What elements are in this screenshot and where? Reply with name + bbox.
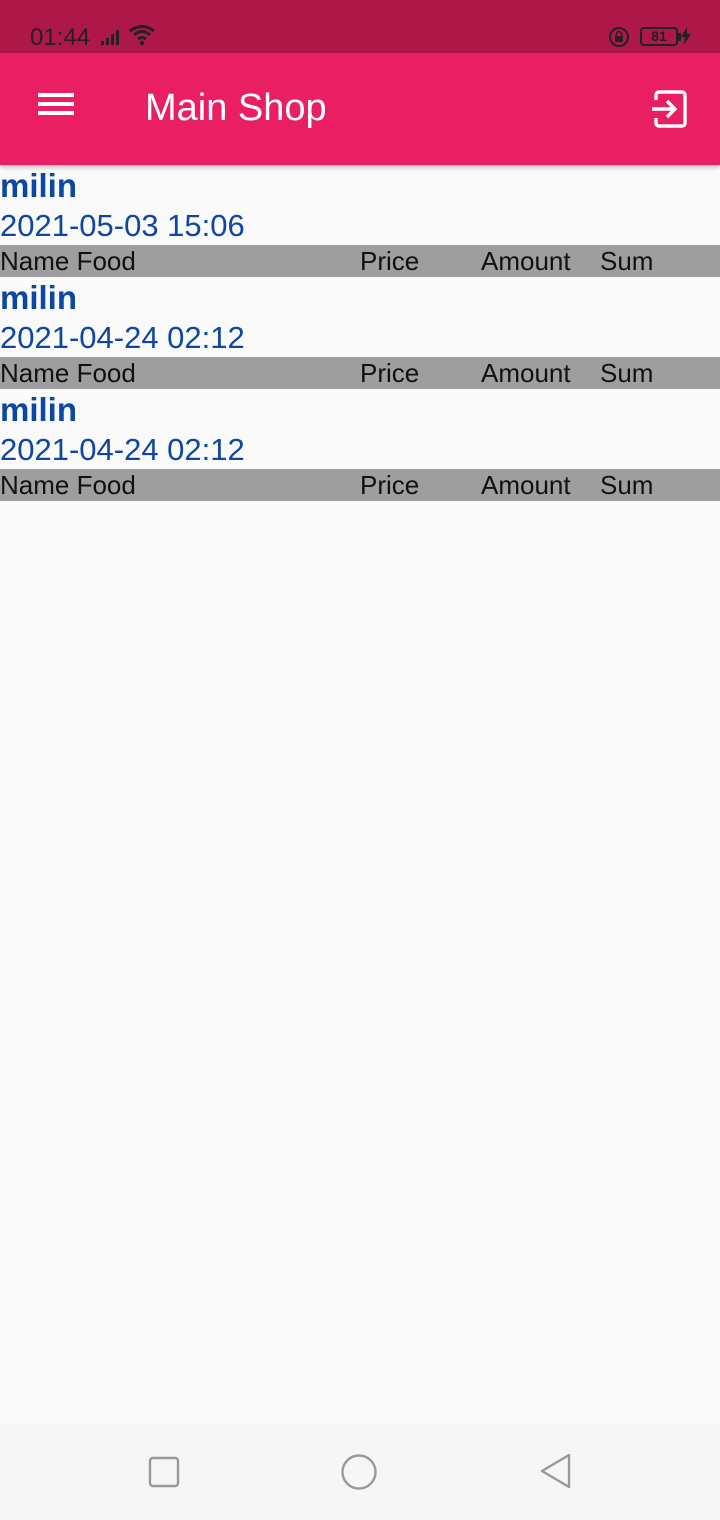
column-price: Price [360,246,420,276]
rotation-lock-icon [609,27,629,47]
order-date: 2021-04-24 02:12 [0,320,245,355]
order-date: 2021-05-03 15:06 [0,208,245,243]
home-button[interactable] [340,1453,378,1491]
battery-icon: 81 [640,27,681,46]
order-customer-name: milin [0,279,78,316]
orders-list: milin 2021-05-03 15:06 Name Food Price A… [0,165,720,501]
column-price: Price [360,358,420,388]
charging-icon [681,27,691,45]
column-amount: Amount [481,470,571,500]
recents-button[interactable] [148,1456,180,1488]
exit-icon [652,90,687,128]
menu-icon [38,93,74,97]
circle-icon [341,1454,377,1490]
order-card[interactable]: milin 2021-04-24 02:12 Name Food Price A… [0,389,720,501]
column-price: Price [360,470,420,500]
column-name-food: Name Food [0,246,136,276]
wifi-icon [129,25,155,46]
column-sum: Sum [600,358,654,388]
triangle-back-icon [540,1453,571,1489]
menu-button[interactable] [30,89,82,129]
square-icon [148,1456,180,1488]
signal-icon [101,30,119,45]
column-name-food: Name Food [0,470,136,500]
system-nav-bar [0,1424,720,1520]
app-bar: Main Shop [0,53,720,165]
status-bar: 01:44 81 [0,0,720,53]
column-sum: Sum [600,246,654,276]
order-table-header: Name Food Price Amount Sum [0,245,720,277]
order-table-header: Name Food Price Amount Sum [0,469,720,501]
menu-icon-line [38,102,74,106]
page-title: Main Shop [145,87,327,129]
column-sum: Sum [600,470,654,500]
order-card[interactable]: milin 2021-05-03 15:06 Name Food Price A… [0,165,720,277]
order-card[interactable]: milin 2021-04-24 02:12 Name Food Price A… [0,277,720,389]
order-customer-name: milin [0,391,78,428]
menu-icon-line [38,111,74,115]
column-name-food: Name Food [0,358,136,388]
column-amount: Amount [481,246,571,276]
status-time: 01:44 [30,24,91,51]
battery-level: 81 [651,28,667,44]
screen: 01:44 81 Main Shop milin 2021-05-03 15:0… [0,0,720,1520]
back-button[interactable] [538,1452,574,1490]
column-amount: Amount [481,358,571,388]
order-table-header: Name Food Price Amount Sum [0,357,720,389]
exit-button[interactable] [648,87,692,131]
order-date: 2021-04-24 02:12 [0,432,245,467]
order-customer-name: milin [0,167,78,204]
